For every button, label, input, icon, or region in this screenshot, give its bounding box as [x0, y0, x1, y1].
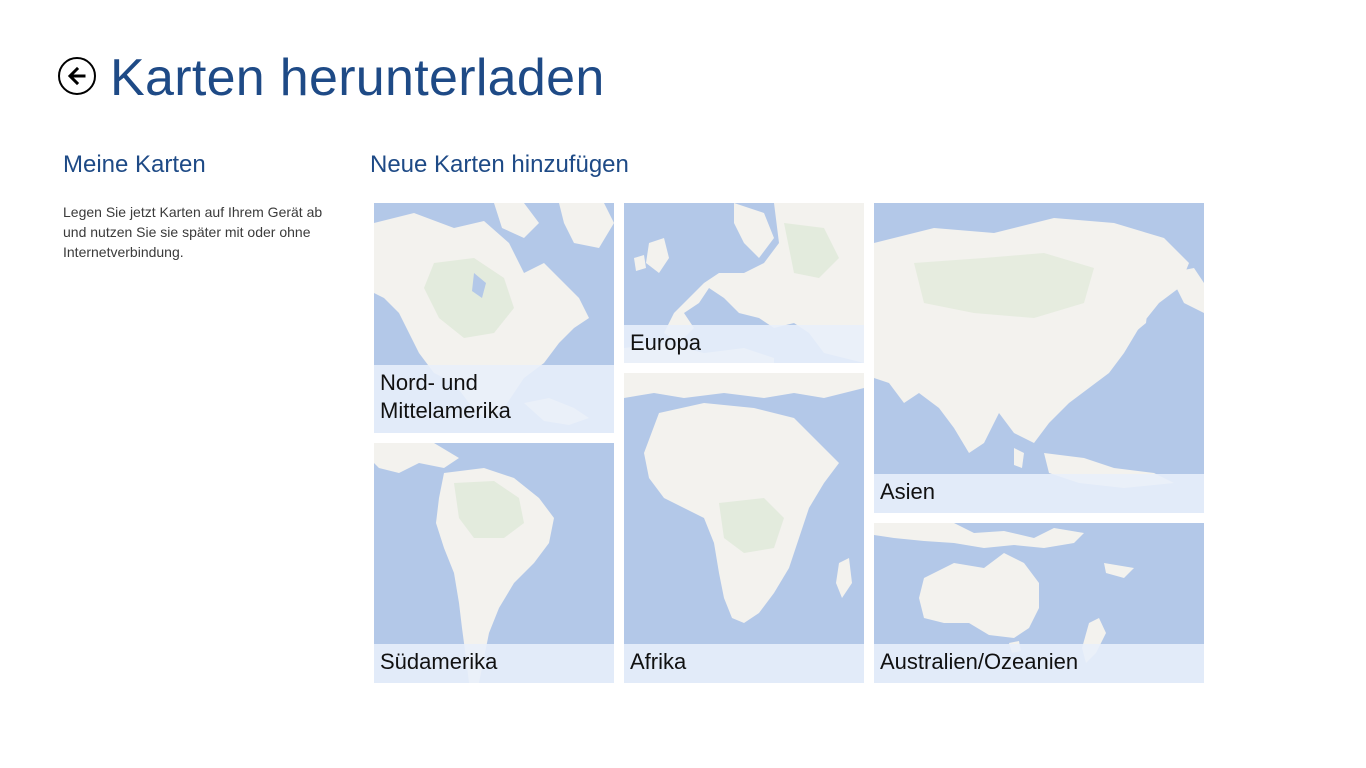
region-label-australia: Australien/Ozeanien — [874, 644, 1204, 683]
region-label-europe: Europa — [624, 325, 864, 363]
africa-map-image — [624, 373, 864, 683]
page: Karten herunterladen Meine Karten Legen … — [0, 0, 1366, 768]
my-maps-description: Legen Sie jetzt Karten auf Ihrem Gerät a… — [63, 204, 323, 260]
region-tile-south-america[interactable]: Südamerika — [374, 443, 614, 683]
region-tile-australia[interactable]: Australien/Ozeanien — [874, 523, 1204, 683]
region-label-south-america: Südamerika — [374, 644, 614, 683]
back-arrow-icon — [67, 66, 86, 86]
add-maps-heading: Neue Karten hinzufügen — [370, 151, 629, 178]
page-title: Karten herunterladen — [110, 49, 605, 107]
region-label-asia: Asien — [874, 474, 1204, 513]
region-tile-africa[interactable]: Afrika — [624, 373, 864, 683]
region-label-africa: Afrika — [624, 644, 864, 683]
my-maps-heading: Meine Karten — [63, 151, 206, 178]
region-tile-europe[interactable]: Europa — [624, 203, 864, 363]
region-label-north-america: Nord- und Mittelamerika — [374, 365, 614, 433]
back-button[interactable] — [58, 57, 96, 95]
region-tile-north-america[interactable]: Nord- und Mittelamerika — [374, 203, 614, 433]
region-tile-asia[interactable]: Asien — [874, 203, 1204, 513]
asia-map-image — [874, 203, 1204, 513]
